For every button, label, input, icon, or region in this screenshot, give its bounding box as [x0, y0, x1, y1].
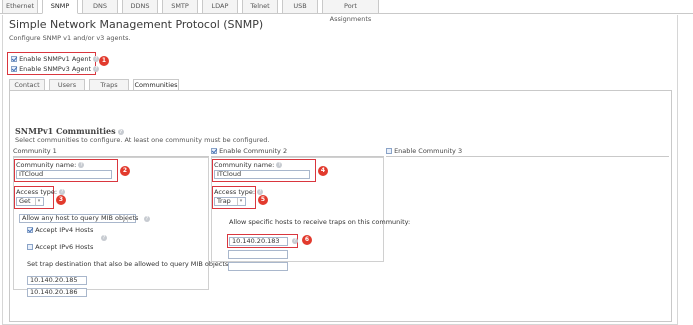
community-2-access-select[interactable]: Trap ▾: [214, 197, 246, 206]
snmpv1-agent-checkbox[interactable]: [11, 56, 17, 62]
tab-snmp[interactable]: SNMP: [42, 0, 78, 14]
callout-badge-6: 6: [302, 235, 312, 245]
community-name-label: Community name:?: [16, 161, 85, 169]
callout-badge-1: 1: [99, 56, 109, 66]
trap-receiver-input-2[interactable]: [228, 250, 288, 259]
trap-host-input-1[interactable]: 10.140.20.185: [27, 276, 87, 285]
community-3-header: Enable Community 3: [386, 147, 669, 157]
help-icon[interactable]: ?: [276, 162, 283, 168]
snmpv1-agent-row: Enable SNMPv1 Agent?: [11, 55, 100, 63]
community-1-access-select[interactable]: Get ▾: [16, 197, 44, 206]
trap-receiver-highlight: 10.140.20.183 ?: [227, 234, 298, 248]
community-2-header: Enable Community 2: [211, 147, 384, 157]
accept-ipv6-checkbox[interactable]: [27, 244, 33, 250]
callout-badge-5: 5: [258, 195, 268, 205]
community-1-header: Community 1: [13, 147, 209, 157]
allow-specific-hosts-label: Allow specific hosts to receive traps on…: [229, 218, 411, 226]
enable-community-3-label: Enable Community 3: [394, 147, 463, 155]
community-2-access-highlight: Access type:? Trap ▾: [212, 186, 264, 209]
community-1-access-highlight: Access type:? Get ▾: [14, 186, 66, 209]
help-icon[interactable]: ?: [78, 162, 85, 168]
tab-ddns[interactable]: DDNS: [122, 0, 158, 14]
community-1-name-input[interactable]: ITCloud: [16, 170, 112, 179]
help-icon[interactable]: ?: [117, 129, 124, 135]
trap-host-input-2[interactable]: 10.140.20.186: [27, 288, 87, 297]
agents-highlight: Enable SNMPv1 Agent? Enable SNMPv3 Agent…: [7, 52, 100, 75]
help-icon[interactable]: ?: [144, 216, 150, 222]
access-type-label: Access type:?: [214, 188, 264, 196]
enable-community-3-checkbox[interactable]: [386, 148, 392, 154]
snmpv3-agent-row: Enable SNMPv3 Agent?: [11, 65, 100, 73]
community-2-name-highlight: Community name:? ITCloud: [212, 159, 316, 182]
page-subtitle: Configure SNMP v1 and/or v3 agents.: [9, 34, 131, 42]
tab-telnet[interactable]: Telnet: [242, 0, 278, 14]
snmpv1-agent-label: Enable SNMPv1 Agent: [19, 55, 92, 63]
trap-destination-label: Set trap destination that also be allowe…: [27, 260, 231, 268]
accept-ipv6-row: Accept IPv6 Hosts: [27, 243, 93, 251]
callout-badge-2: 2: [120, 166, 130, 176]
callout-badge-4: 4: [318, 166, 328, 176]
callout-badge-3: 3: [56, 195, 66, 205]
chevron-down-icon: ▾: [35, 198, 42, 205]
trap-receiver-input-3[interactable]: [228, 262, 288, 271]
help-icon[interactable]: ?: [292, 238, 298, 244]
accept-ipv4-row: Accept IPv4 Hosts: [27, 226, 93, 234]
snmpv3-agent-checkbox[interactable]: [11, 66, 17, 72]
snmpv3-agent-label: Enable SNMPv3 Agent: [19, 65, 92, 73]
accept-ipv6-label: Accept IPv6 Hosts: [35, 243, 94, 251]
trap-receiver-input-1[interactable]: 10.140.20.183: [229, 236, 288, 246]
chevron-down-icon: ▾: [127, 215, 134, 222]
tab-dns[interactable]: DNS: [82, 0, 118, 14]
tab-ethernet[interactable]: Ethernet: [2, 0, 38, 14]
communities-subtitle: Select communities to configure. At leas…: [15, 136, 270, 144]
accept-ipv4-label: Accept IPv4 Hosts: [35, 226, 94, 234]
help-icon[interactable]: ?: [101, 235, 107, 241]
community-2-name-input[interactable]: ITCloud: [214, 170, 310, 179]
enable-community-2-checkbox[interactable]: [211, 148, 217, 154]
chevron-down-icon: ▾: [237, 198, 244, 205]
enable-community-2-label: Enable Community 2: [219, 147, 288, 155]
tab-smtp[interactable]: SMTP: [162, 0, 198, 14]
query-mode-select[interactable]: Allow any host to query MIB objects ▾: [19, 214, 138, 223]
communities-panel: SNMPv1 Communities? Select communities t…: [9, 90, 672, 322]
snmp-page: Simple Network Management Protocol (SNMP…: [2, 15, 678, 325]
page-title: Simple Network Management Protocol (SNMP…: [9, 18, 264, 31]
tab-usb[interactable]: USB: [282, 0, 318, 14]
tab-ldap[interactable]: LDAP: [202, 0, 238, 14]
help-icon[interactable]: ?: [93, 66, 100, 72]
community-1-name-highlight: Community name:? ITCloud: [14, 159, 118, 182]
communities-title: SNMPv1 Communities?: [15, 126, 124, 136]
community-name-label: Community name:?: [214, 161, 283, 169]
top-tab-bar: Ethernet SNMP DNS DDNS SMTP LDAP Telnet …: [0, 0, 693, 23]
accept-ipv4-checkbox[interactable]: [27, 227, 33, 233]
tab-port-assignments[interactable]: Port Assignments: [322, 0, 379, 23]
